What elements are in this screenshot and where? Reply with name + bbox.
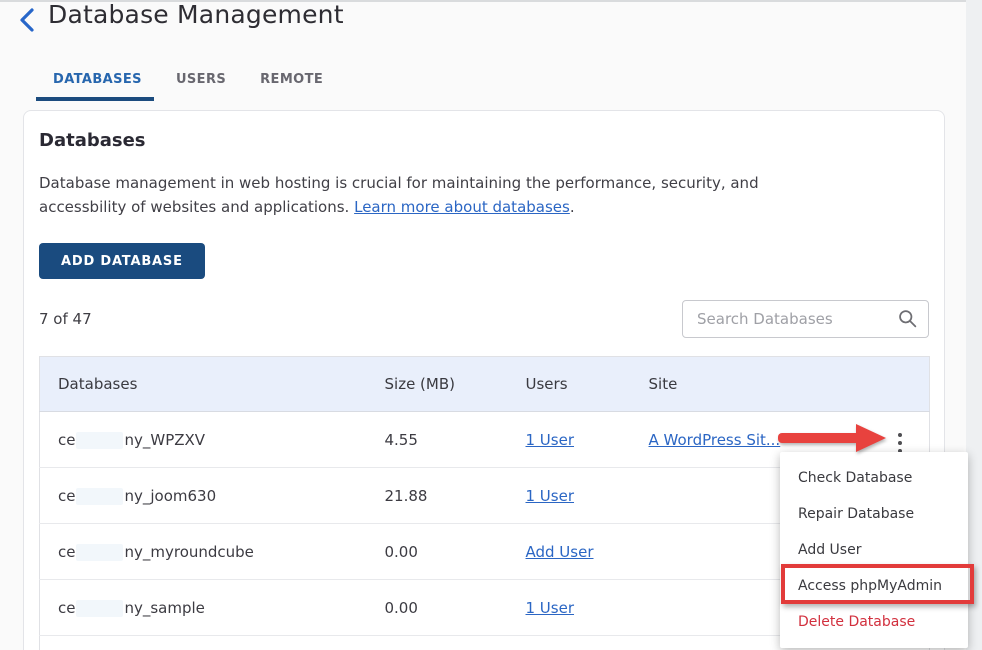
tab-remote[interactable]: REMOTE <box>243 64 340 101</box>
redaction-box <box>76 488 123 505</box>
context-menu-item[interactable]: Add User <box>780 532 968 568</box>
db-name-prefix: ce <box>58 599 75 617</box>
db-name-cell: ce ny_sample <box>40 580 367 636</box>
tab-databases[interactable]: DATABASES <box>36 64 159 101</box>
header-site: Site <box>631 357 872 412</box>
db-name-prefix: ce <box>58 487 75 505</box>
header-users: Users <box>508 357 631 412</box>
search-box <box>682 300 929 338</box>
users-link[interactable]: 1 User <box>526 431 575 449</box>
panel-heading: Databases <box>39 130 146 151</box>
site-link[interactable]: A WordPress Sit... <box>649 431 781 449</box>
db-users-cell: 1 User <box>508 412 631 468</box>
db-name-suffix: ny_sample <box>124 599 204 617</box>
search-input[interactable] <box>682 300 929 338</box>
db-users-cell: 1 User <box>508 468 631 524</box>
search-icon[interactable] <box>897 308 918 329</box>
result-count: 7 of 47 <box>39 310 92 328</box>
users-link[interactable]: 1 User <box>526 487 575 505</box>
panel-description: Database management in web hosting is cr… <box>39 171 787 219</box>
db-size-cell: 4.55 <box>367 412 508 468</box>
page-title: Database Management <box>48 0 344 29</box>
back-button[interactable] <box>16 7 40 33</box>
scrollbar-track[interactable] <box>966 0 982 650</box>
redaction-box <box>76 600 123 617</box>
header-databases: Databases <box>40 357 367 412</box>
db-name-suffix: ny_joom630 <box>124 487 216 505</box>
context-menu-item[interactable]: Delete Database <box>780 604 968 640</box>
redaction-box <box>76 432 123 449</box>
chevron-left-icon <box>16 7 40 33</box>
context-menu-item-highlighted[interactable]: Access phpMyAdmin <box>780 568 968 604</box>
db-name-cell: ce ny_myroundcube <box>40 524 367 580</box>
header-size: Size (MB) <box>367 357 508 412</box>
header-actions <box>872 357 930 412</box>
redaction-box <box>76 544 123 561</box>
context-menu-item[interactable]: Check Database <box>780 460 968 496</box>
db-users-cell: Add User <box>508 524 631 580</box>
tab-bar: DATABASES USERS REMOTE <box>36 64 340 101</box>
db-name-cell: ce ny_WPZXV <box>40 412 367 468</box>
active-tab-underline <box>36 97 154 101</box>
db-users-cell: 1 User <box>508 580 631 636</box>
db-name-prefix: ce <box>58 431 75 449</box>
db-name-suffix: ny_WPZXV <box>124 431 205 449</box>
tab-users[interactable]: USERS <box>159 64 243 101</box>
db-name-prefix: ce <box>58 543 75 561</box>
db-name-cell: ce ny_joom630 <box>40 468 367 524</box>
context-menu-item[interactable]: Repair Database <box>780 496 968 532</box>
add-database-button[interactable]: ADD DATABASE <box>39 243 205 279</box>
table-header-row: Databases Size (MB) Users Site <box>40 357 930 412</box>
users-link[interactable]: 1 User <box>526 599 575 617</box>
learn-more-link[interactable]: Learn more about databases <box>354 198 570 216</box>
db-size-cell: 0.00 <box>367 580 508 636</box>
db-name-suffix: ny_myroundcube <box>124 543 253 561</box>
db-size-cell: 0.00 <box>367 524 508 580</box>
description-period: . <box>570 198 575 216</box>
database-context-menu: Check Database Repair Database Add User … <box>780 452 968 648</box>
db-size-cell: 21.88 <box>367 468 508 524</box>
users-link[interactable]: Add User <box>526 543 594 561</box>
